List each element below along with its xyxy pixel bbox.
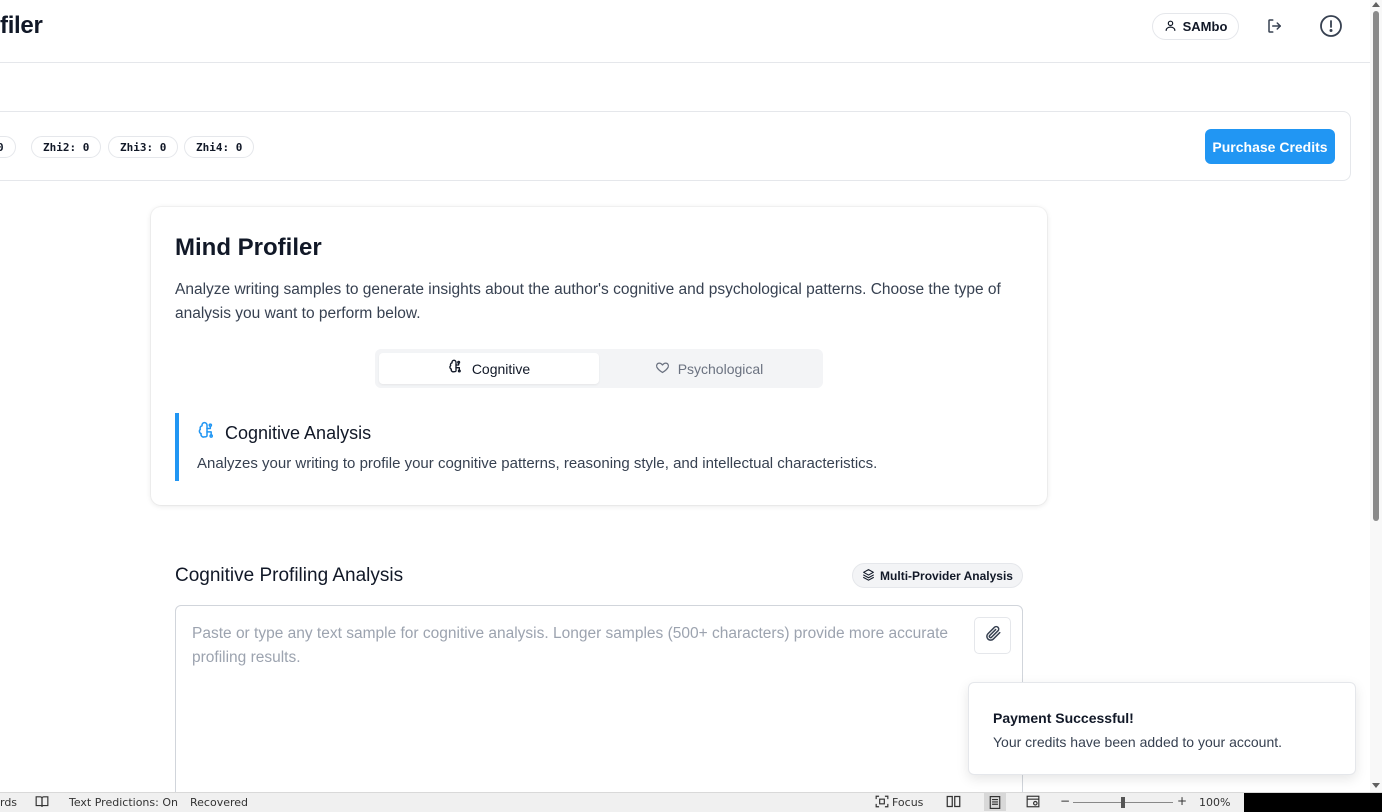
credit-pill-zhi3: Zhi3: 0 (108, 136, 179, 158)
tab-cognitive[interactable]: Cognitive (379, 353, 599, 384)
scroll-up-arrow-icon[interactable] (1372, 2, 1380, 7)
credit-pill-zhi1: 0 (0, 136, 16, 158)
attach-file-button[interactable] (974, 617, 1011, 654)
info-title-text: Cognitive Analysis (225, 423, 372, 443)
brain-icon (197, 421, 217, 446)
brain-icon (448, 359, 464, 378)
app-brand: filer (0, 12, 43, 39)
analysis-type-tabs: Cognitive Psychological (375, 349, 823, 388)
web-layout-icon[interactable] (1026, 795, 1040, 811)
section-title: Cognitive Profiling Analysis (175, 565, 404, 586)
text-sample-container (175, 605, 1023, 805)
word-count[interactable]: rds (0, 796, 17, 809)
tab-psychological[interactable]: Psychological (599, 353, 819, 384)
focus-mode-button[interactable]: Focus (892, 796, 923, 809)
toast-title: Payment Successful! (993, 710, 1134, 726)
credits-bar: 0 Zhi2: 0 Zhi3: 0 Zhi4: 0 Purchase Credi… (0, 111, 1351, 181)
heart-icon (655, 360, 670, 378)
multi-provider-label: Multi-Provider Analysis (880, 568, 1013, 583)
user-icon (1164, 19, 1177, 35)
alert-circle-icon[interactable] (1319, 14, 1343, 38)
credit-pill-zhi2: Zhi2: 0 (31, 136, 102, 158)
zoom-slider-thumb[interactable] (1121, 797, 1125, 808)
read-mode-icon[interactable] (946, 795, 961, 811)
proofing-book-icon[interactable] (35, 795, 49, 811)
text-sample-input[interactable] (176, 606, 966, 804)
layers-icon (862, 568, 875, 584)
focus-icon[interactable] (875, 795, 889, 811)
print-layout-icon[interactable] (984, 793, 1006, 811)
mind-profiler-card: Mind Profiler Analyze writing samples to… (151, 207, 1047, 505)
recovered-status: Recovered (190, 796, 249, 809)
page-title: Mind Profiler (175, 234, 322, 261)
zoom-level[interactable]: 100% (1199, 796, 1230, 809)
info-description: Analyzes your writing to profile your co… (197, 455, 878, 472)
user-name: SAMbo (1182, 19, 1228, 34)
status-bar-end-region (1244, 793, 1382, 812)
info-title: Cognitive Analysis (197, 421, 371, 446)
toast-message: Your credits have been added to your acc… (993, 734, 1283, 750)
multi-provider-badge: Multi-Provider Analysis (852, 563, 1023, 588)
tab-psychological-label: Psychological (677, 360, 764, 377)
logout-icon[interactable] (1263, 14, 1287, 38)
scrollbar-thumb[interactable] (1373, 11, 1379, 521)
app-header: filer SAMbo (0, 0, 1370, 63)
page-scrollbar[interactable] (1370, 0, 1382, 792)
paperclip-icon (984, 624, 1002, 647)
zoom-out-button[interactable]: − (1060, 794, 1070, 808)
payment-toast[interactable]: Payment Successful! Your credits have be… (968, 682, 1356, 775)
zoom-in-button[interactable]: + (1177, 794, 1187, 808)
page-description: Analyze writing samples to generate insi… (175, 281, 1001, 322)
tab-cognitive-label: Cognitive (471, 360, 531, 377)
credit-pill-zhi4: Zhi4: 0 (184, 136, 255, 158)
word-status-bar: rds Text Predictions: On Recovered Focus… (0, 792, 1382, 812)
purchase-credits-button[interactable]: Purchase Credits (1205, 129, 1335, 164)
analysis-info-box: Cognitive Analysis Analyzes your writing… (175, 413, 1023, 481)
user-button[interactable]: SAMbo (1152, 13, 1239, 40)
scroll-down-arrow-icon[interactable] (1372, 783, 1380, 788)
text-predictions-status[interactable]: Text Predictions: On (69, 796, 178, 809)
